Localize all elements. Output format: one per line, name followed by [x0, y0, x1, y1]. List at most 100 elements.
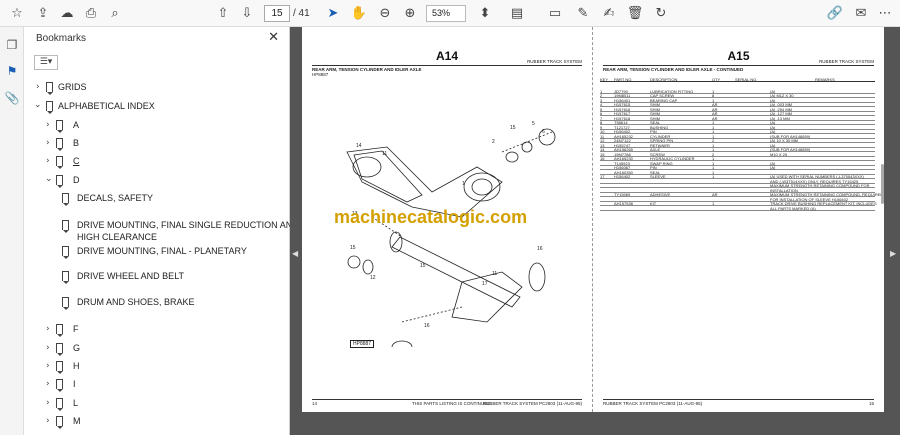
watermark-text: machinecatalogic.com: [334, 207, 528, 227]
svg-text:6: 6: [542, 129, 545, 135]
comment-icon[interactable]: ▭: [546, 5, 564, 21]
chevron-right-icon[interactable]: ›: [46, 398, 50, 408]
footer-page-number: 15: [868, 401, 874, 406]
zoom-in-icon[interactable]: ⊕: [401, 5, 419, 21]
figure-code: HP8887: [312, 72, 329, 77]
page-fit-icon[interactable]: ⬍: [476, 5, 494, 21]
bookmark-flag-icon: [46, 82, 53, 95]
chevron-right-icon[interactable]: ›: [46, 156, 50, 166]
svg-text:14: 14: [356, 143, 362, 149]
zoom-out-icon[interactable]: ⊖: [376, 5, 394, 21]
chevron-right-icon[interactable]: ›: [46, 361, 50, 371]
bookmark-options-button[interactable]: ☰▾: [34, 55, 58, 70]
svg-text:11: 11: [492, 271, 497, 277]
bookmark-flag-icon: [56, 343, 63, 356]
svg-text:11: 11: [382, 151, 387, 157]
bookmark-flag-icon: [56, 416, 63, 429]
left-rail: ❐ ⚑ 📎: [0, 27, 24, 435]
chevron-right-icon[interactable]: ›: [46, 416, 50, 426]
col-description: DESCRIPTION: [650, 76, 678, 82]
highlight-pen-icon[interactable]: ✎: [574, 5, 592, 21]
bookmark-flag-icon: [56, 156, 63, 169]
footer-rule: [603, 399, 874, 400]
bookmark-icon[interactable]: ⚑: [4, 63, 20, 79]
col-remarks: REMARKS: [815, 76, 835, 82]
divider: [603, 65, 874, 66]
hand-tool-icon[interactable]: ✋: [350, 5, 368, 21]
bookmark-label: DECALS, SAFETY: [77, 193, 154, 203]
rotate-icon[interactable]: ↻: [652, 5, 670, 21]
parts-table-header: KEY PART NO. DESCRIPTION QTY SERIAL NO. …: [600, 77, 875, 82]
section-label: RUBBER TRACK SYSTEM: [527, 59, 582, 64]
email-icon[interactable]: ✉: [852, 5, 870, 21]
attachment-icon[interactable]: 📎: [4, 90, 20, 106]
zoom-search-icon[interactable]: ⌕: [106, 5, 124, 21]
page-subtitle: REAR ARM, TENSION CYLINDER AND IDLER AXL…: [312, 67, 422, 72]
zoom-level[interactable]: 53%: [426, 5, 466, 22]
next-page-arrow-icon[interactable]: ▶: [890, 249, 896, 258]
bookmark-flag-icon: [56, 175, 63, 188]
bookmark-label: DRIVE MOUNTING, FINAL - PLANETARY: [77, 246, 247, 256]
svg-text:5: 5: [532, 121, 535, 127]
bookmark-label: H: [73, 361, 80, 371]
bookmark-label: L: [73, 398, 79, 408]
upload-icon[interactable]: ⇪: [34, 5, 52, 21]
bookmark-flag-icon: [56, 398, 63, 411]
footer-section: RUBBER TRACK SYSTEM PC2803 (11-AUG-95): [482, 401, 582, 406]
chevron-right-icon[interactable]: ›: [46, 379, 50, 389]
prev-page-arrow-icon[interactable]: ◀: [292, 249, 298, 258]
parts-table: 1 JD7790 LUBRICATION FITTING 1 (A) 2 19M8011 CA…: [600, 89, 883, 211]
bookmark-label: I: [73, 379, 76, 389]
svg-text:16: 16: [537, 246, 543, 252]
footer-section: RUBBER TRACK SYSTEM PC2803 (11-AUG-95): [603, 401, 703, 406]
col-qty: QTY: [712, 76, 721, 82]
chevron-right-icon[interactable]: ›: [46, 120, 50, 130]
bookmark-label: B: [73, 138, 80, 148]
star-icon[interactable]: ☆: [8, 5, 26, 21]
bookmark-flag-icon: [62, 193, 69, 206]
chevron-right-icon[interactable]: ›: [36, 82, 40, 92]
bookmark-flag-icon: [56, 138, 63, 151]
bookmark-label: M: [73, 416, 81, 426]
bookmark-label: A: [73, 120, 80, 130]
chevron-right-icon[interactable]: ›: [46, 343, 50, 353]
link-icon[interactable]: 🔗: [826, 5, 844, 21]
chevron-right-icon[interactable]: ›: [46, 324, 50, 334]
svg-text:2: 2: [492, 139, 495, 145]
bookmark-flag-icon: [56, 324, 63, 337]
figure-label: HP8887: [350, 340, 375, 348]
footer-page-number: 14: [312, 401, 318, 406]
chevron-right-icon[interactable]: ›: [46, 138, 50, 148]
signature-icon[interactable]: ✍: [600, 5, 618, 21]
close-icon[interactable]: ✕: [268, 30, 279, 45]
document-viewer: ◀ ▶ A14 RUBBER TRACK SYSTEM REAR ARM, TE…: [290, 27, 900, 435]
select-cursor-icon[interactable]: ➤: [324, 5, 342, 21]
svg-text:15: 15: [420, 263, 426, 269]
col-part-no: PART NO.: [614, 76, 633, 82]
more-icon[interactable]: ⋯: [876, 5, 894, 21]
page-up-icon[interactable]: ⇧: [214, 5, 232, 21]
bookmark-flag-icon: [62, 220, 69, 233]
col-serial: SERIAL NO.: [735, 76, 758, 82]
chevron-down-icon[interactable]: ⌄: [45, 174, 53, 184]
document-scrollbar[interactable]: [881, 164, 884, 204]
footer-continued: THIS PARTS LISTING IS CONTINUED: [412, 401, 491, 406]
print-icon[interactable]: ⎙: [82, 5, 100, 21]
bookmark-label: GRIDS: [58, 82, 87, 92]
col-key: KEY: [600, 76, 609, 82]
toolbar: ☆ ⇪ ☁ ⎙ ⌕ ⇧ ⇩ 15 / 41 ➤ ✋ ⊖ ⊕ 53% ⬍ ▤ ▭ …: [0, 0, 900, 27]
delete-icon[interactable]: 🗑: [626, 5, 644, 21]
scroll-mode-icon[interactable]: ▤: [508, 5, 526, 21]
pages-thumbnail-icon[interactable]: ❐: [4, 37, 20, 53]
page-down-icon[interactable]: ⇩: [238, 5, 256, 21]
page-number-input[interactable]: 15: [264, 5, 290, 22]
bookmark-flag-icon: [46, 101, 53, 114]
page-subtitle: REAR ARM, TENSION CYLINDER AND IDLER AXL…: [603, 67, 744, 72]
chevron-down-icon[interactable]: ⌄: [34, 100, 42, 110]
bookmark-label: DRIVE WHEEL AND BELT: [77, 271, 185, 281]
bookmark-label: D: [73, 175, 80, 185]
bookmark-flag-icon: [56, 361, 63, 374]
svg-text:12: 12: [370, 275, 376, 281]
cloud-upload-icon[interactable]: ☁: [58, 5, 76, 21]
section-label: RUBBER TRACK SYSTEM: [819, 59, 874, 64]
